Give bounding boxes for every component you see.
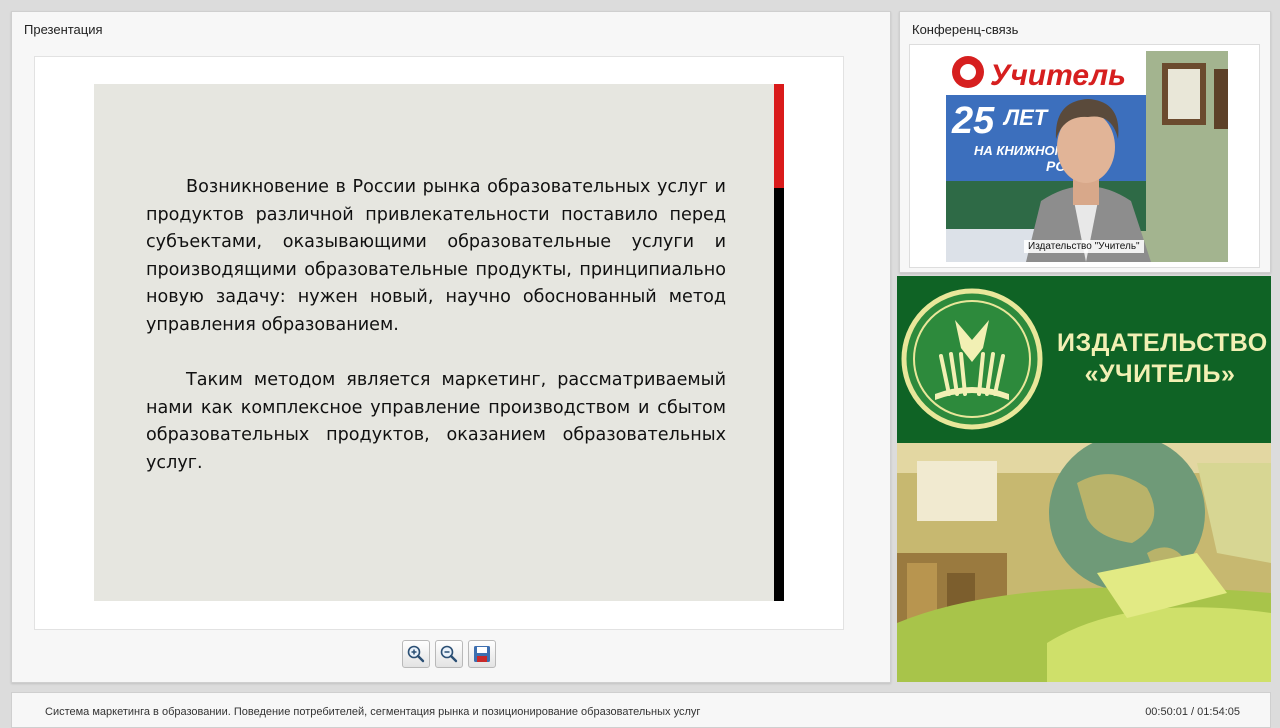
save-button[interactable] <box>468 640 496 668</box>
zoom-out-icon <box>440 645 458 663</box>
banner-image <box>897 443 1271 682</box>
globe-and-books-illustration <box>897 443 1271 682</box>
slide-paragraph: Таким методом является маркетинг, рассма… <box>146 370 726 473</box>
slide-frame: Возникновение в России рынка образовател… <box>34 56 844 630</box>
slide-accent-bar-black <box>774 188 784 601</box>
conference-video[interactable]: Учитель 25 ЛЕТ НА КНИЖНОМ Р РОСС Издател… <box>946 51 1228 262</box>
footer-bar: Система маркетинга в образовании. Поведе… <box>11 692 1271 728</box>
slide: Возникновение в России рынка образовател… <box>94 84 774 601</box>
speaker-video-frame: Учитель 25 ЛЕТ НА КНИЖНОМ Р РОСС <box>946 51 1228 262</box>
video-caption: Издательство "Учитель" <box>1024 240 1144 253</box>
presentation-panel-title: Презентация <box>24 22 103 37</box>
banner-title-line-2: «УЧИТЕЛЬ» <box>1084 360 1236 388</box>
backdrop-years: 25 <box>951 100 995 142</box>
banner-title-line-1: ИЗДАТЕЛЬСТВО <box>1057 329 1268 357</box>
publisher-banner: ИЗДАТЕЛЬСТВО «УЧИТЕЛЬ» <box>897 276 1271 682</box>
slide-paragraph: Возникновение в России рынка образовател… <box>146 177 726 335</box>
conference-panel-title: Конференц-связь <box>912 22 1019 37</box>
floppy-disk-icon <box>474 646 490 662</box>
playback-time: 00:50:01 / 01:54:05 <box>1145 706 1240 718</box>
zoom-out-button[interactable] <box>435 640 463 668</box>
zoom-in-button[interactable] <box>402 640 430 668</box>
lecture-title: Система маркетинга в образовании. Поведе… <box>45 706 701 718</box>
backdrop-brand: Учитель <box>990 59 1126 92</box>
presentation-panel: Презентация Возникновение в России рынка… <box>11 11 891 683</box>
slide-accent-bar-red <box>774 84 784 188</box>
conference-panel: Конференц-связь Учитель 25 ЛЕТ НА КНИЖНО… <box>899 11 1271 273</box>
backdrop-years-word: ЛЕТ <box>1002 105 1049 130</box>
banner-header: ИЗДАТЕЛЬСТВО «УЧИТЕЛЬ» <box>897 276 1271 443</box>
zoom-in-icon <box>407 645 425 663</box>
video-container: Учитель 25 ЛЕТ НА КНИЖНОМ Р РОСС Издател… <box>909 44 1260 268</box>
